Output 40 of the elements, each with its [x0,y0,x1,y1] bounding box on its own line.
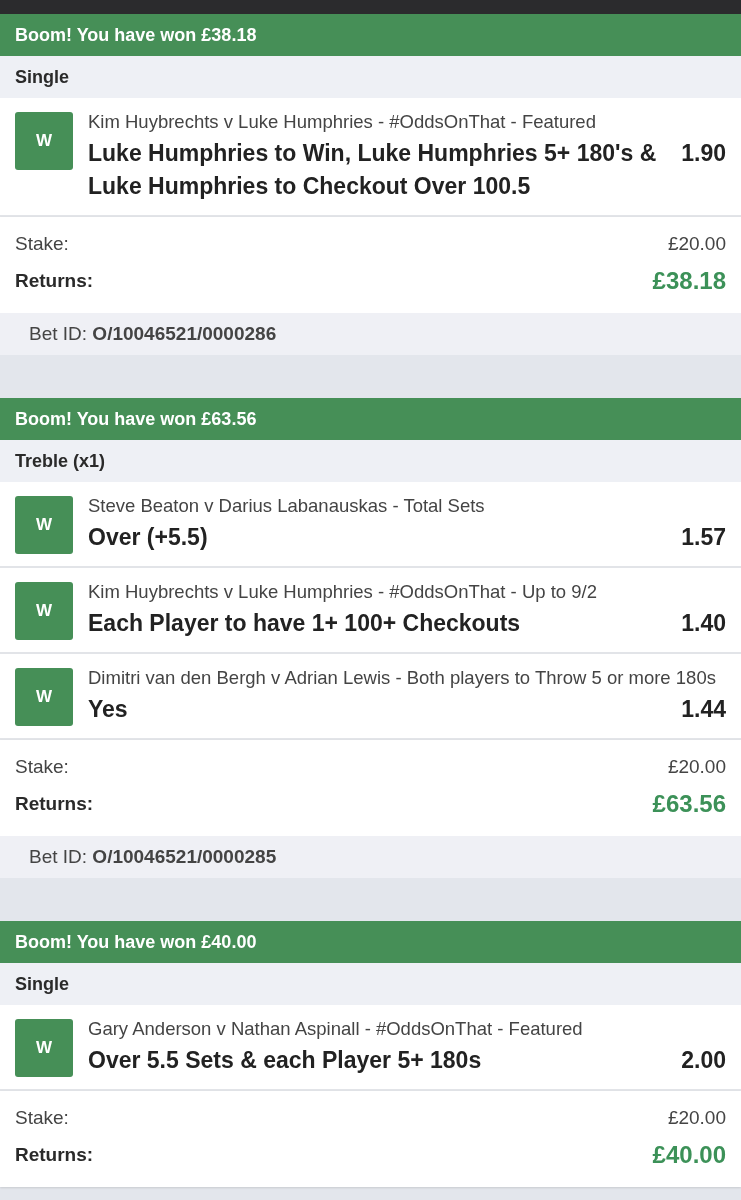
event-name: Dimitri van den Bergh v Adrian Lewis - Both players to Throw 5 or more 180s [88,668,717,688]
odds: 1.57 [681,523,726,552]
win-banner: Boom! You have won £63.56 [0,398,741,440]
event-name: Gary Anderson v Nathan Aspinall - #OddsOnThat - Featured [88,1019,584,1039]
returns-amount: £38.18 [652,266,726,296]
result-badge: W [15,582,73,640]
odds: 1.40 [681,609,726,638]
bet-type: Treble (x1) [0,440,741,482]
bet-id: Bet ID: O/10046521/0000285 [29,844,277,869]
event-name: Steve Beaton v Darius Labanauskas - Total Sets [88,496,486,516]
win-banner: Boom! You have won £38.18 [0,14,741,56]
returns-amount: £40.00 [652,1140,726,1170]
result-badge: W [15,112,73,170]
event-name: Kim Huybrechts v Luke Humphries - #OddsOnThat - Featured [88,112,597,132]
bet-type: Single [0,963,741,1005]
bet-id: Bet ID: O/10046521/0000286 [29,321,277,346]
selection-name: Over 5.5 Sets & each Player 5+ 180s [88,1046,482,1075]
returns-label: Returns: [15,268,94,293]
stake-amount: £20.00 [667,754,726,779]
odds: 1.90 [681,139,726,168]
result-badge: W [15,496,73,554]
selection-name: Over (+5.5) [88,523,208,552]
stake-amount: £20.00 [667,231,726,256]
selection-name: Yes [88,695,128,724]
win-banner: Boom! You have won £40.00 [0,921,741,963]
returns-label: Returns: [15,1142,94,1167]
result-badge: W [15,668,73,726]
selection-name: Each Player to have 1+ 100+ Checkouts [88,609,521,638]
returns-label: Returns: [15,791,94,816]
returns-amount: £63.56 [652,789,726,819]
odds: 2.00 [681,1046,726,1075]
stake-label: Stake: [15,754,69,779]
result-badge: W [15,1019,73,1077]
odds: 1.44 [681,695,726,724]
stake-label: Stake: [15,231,69,256]
bet-type: Single [0,56,741,98]
stake-label: Stake: [15,1105,69,1130]
stake-amount: £20.00 [667,1105,726,1130]
selection-name: Luke Humphries to Win, Luke Humphries 5+ 180's & Luke Humphries to Checkout Over 100.5 [88,139,658,201]
event-name: Kim Huybrechts v Luke Humphries - #OddsOnThat - Up to 9/2 [88,582,598,602]
